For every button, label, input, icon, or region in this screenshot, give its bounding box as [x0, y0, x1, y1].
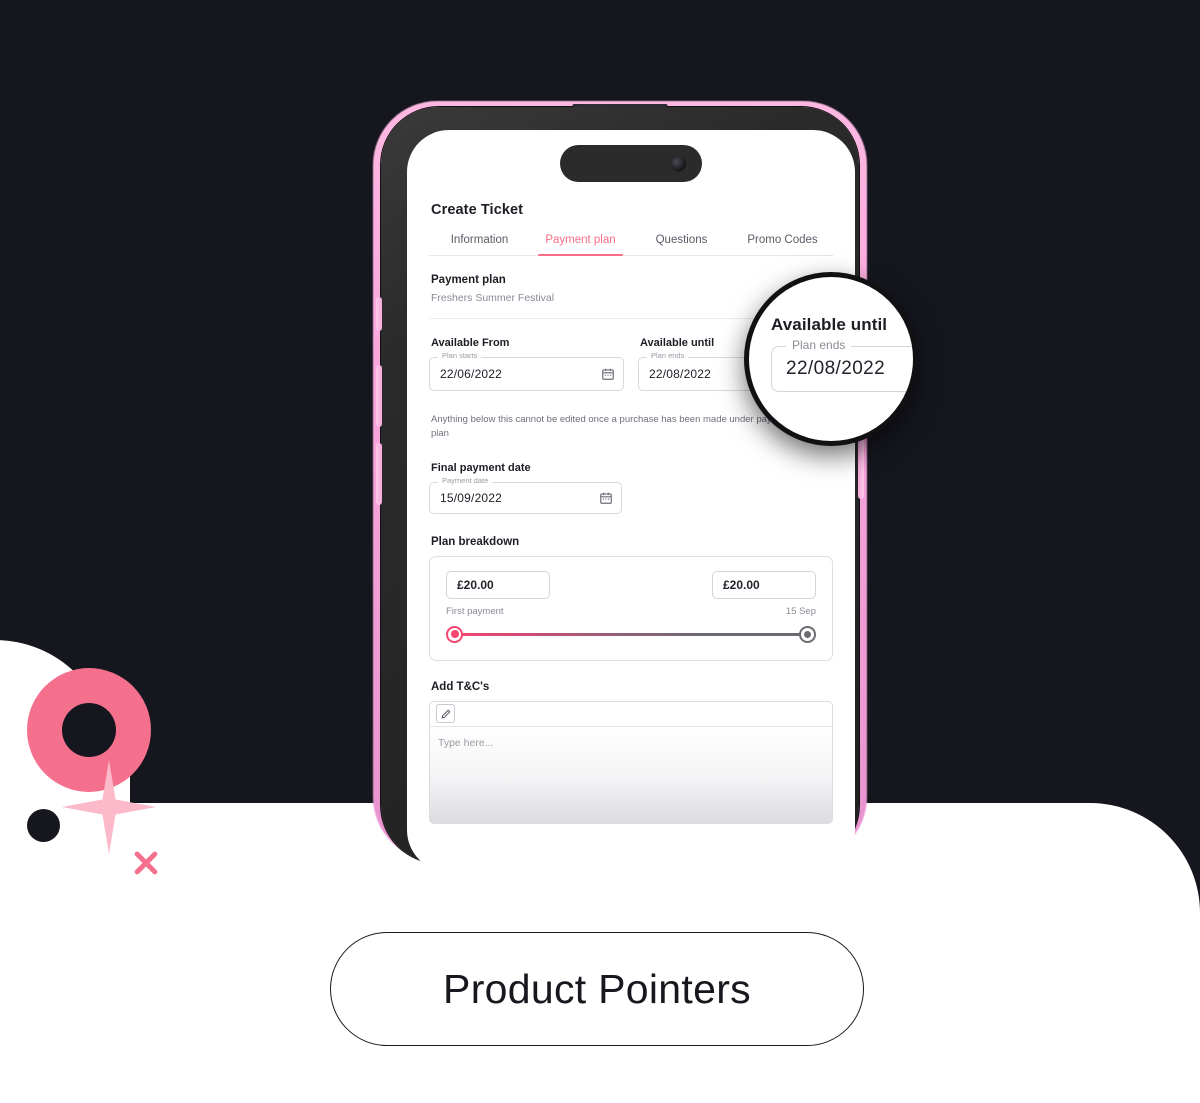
payment-date-value: 15/09/2022	[440, 490, 503, 505]
phone-screen: Create Ticket Information Payment plan Q…	[407, 130, 855, 872]
sparkle-icon	[62, 760, 156, 854]
calendar-icon[interactable]	[599, 491, 613, 505]
pink-cross-icon	[126, 843, 166, 883]
add-terms-label: Add T&C's	[431, 680, 490, 693]
final-payment-date-label: Final payment date	[431, 461, 531, 474]
second-payment-caption: 15 Sep	[785, 605, 816, 617]
slider-handle-start[interactable]	[446, 625, 463, 643]
available-from-group: Available From Plan starts 22/06/2022	[429, 337, 624, 391]
phone-mockup: Create Ticket Information Payment plan Q…	[370, 98, 870, 872]
phone-frame: Create Ticket Information Payment plan Q…	[376, 104, 864, 872]
tab-questions[interactable]: Questions	[631, 234, 732, 255]
dynamic-island	[560, 145, 702, 182]
dark-dot-shape	[27, 809, 60, 842]
phone-volume-up-button[interactable]	[376, 365, 382, 427]
payment-plan-heading: Payment plan	[431, 274, 506, 286]
breakdown-amounts-row: £20.00 £20.00	[446, 570, 816, 599]
phone-volume-down-button[interactable]	[376, 443, 382, 505]
available-from-label: Available From	[431, 337, 510, 349]
first-payment-caption: First payment	[446, 605, 504, 617]
plan-ends-legend: Plan ends	[647, 352, 689, 360]
front-camera-icon	[671, 156, 686, 171]
plan-breakdown-box: £20.00 £20.00 First payment 15 Sep	[429, 555, 833, 661]
payment-date-legend: Payment date	[438, 476, 493, 484]
slider-handle-end[interactable]	[799, 625, 816, 643]
stage: Create Ticket Information Payment plan Q…	[0, 0, 1200, 1103]
tab-bar: Information Payment plan Questions Promo…	[429, 234, 833, 256]
pencil-icon[interactable]	[436, 704, 455, 723]
tab-information[interactable]: Information	[429, 234, 530, 255]
phone-silent-switch[interactable]	[376, 297, 382, 331]
product-pointers-pill: Product Pointers	[330, 932, 864, 1046]
magnifier-value: 22/08/2022	[786, 358, 886, 379]
plan-starts-input[interactable]: Plan starts 22/06/2022	[429, 352, 624, 391]
breakdown-captions-row: First payment 15 Sep	[446, 606, 816, 617]
plan-starts-value: 22/06/2022	[440, 367, 503, 381]
magnifier-legend: Plan ends	[786, 339, 852, 351]
slider-track	[452, 632, 810, 636]
payment-date-input[interactable]: Payment date 15/09/2022	[429, 476, 622, 514]
magnifier-callout: Available until Plan ends 22/08/2022	[744, 272, 918, 446]
terms-editor: Type here...	[429, 700, 833, 824]
product-pointers-label: Product Pointers	[443, 965, 751, 1012]
second-payment-amount-input[interactable]: £20.00	[712, 570, 816, 599]
tab-payment-plan[interactable]: Payment plan	[530, 234, 631, 256]
magnifier-title: Available until	[771, 315, 888, 334]
plan-ends-value: 22/08/2022	[649, 367, 712, 381]
tab-promo-codes[interactable]: Promo Codes	[732, 234, 833, 255]
terms-textarea[interactable]: Type here...	[430, 726, 832, 823]
terms-editor-toolbar	[430, 702, 832, 727]
magnifier-plan-ends-field: Plan ends 22/08/2022	[771, 339, 913, 392]
magnifier-content: Available until Plan ends 22/08/2022	[771, 315, 913, 392]
edit-warning-note: Anything below this cannot be edited onc…	[431, 414, 793, 440]
page-title: Create Ticket	[431, 202, 524, 218]
phone-speaker	[572, 104, 668, 107]
plan-breakdown-label: Plan breakdown	[431, 535, 520, 548]
plan-starts-legend: Plan starts	[438, 352, 482, 360]
donut-hole-shape	[62, 703, 116, 757]
payment-timeline-slider[interactable]	[446, 625, 816, 644]
calendar-icon[interactable]	[601, 367, 615, 381]
first-payment-amount-input[interactable]: £20.00	[446, 570, 550, 599]
